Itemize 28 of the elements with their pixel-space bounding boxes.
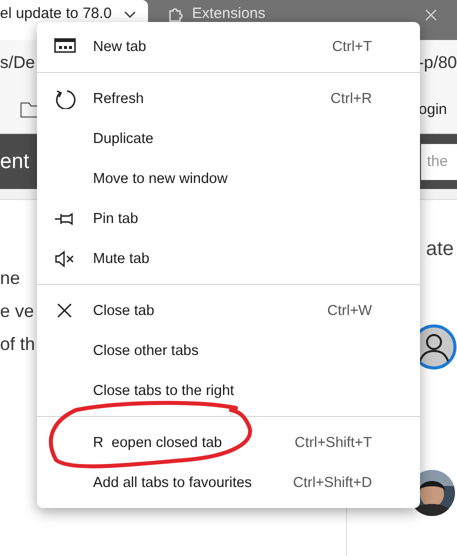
menu-item[interactable]: Add all tabs to favourites Ctrl+Shift+D xyxy=(37,463,420,503)
shortcut-text: Ctrl+W xyxy=(327,303,372,319)
speaker-muted-icon xyxy=(54,249,76,269)
shortcut-text: Ctrl+R xyxy=(330,91,372,107)
article-text: of th xyxy=(0,334,36,356)
shortcut-text: Ctrl+Shift+D xyxy=(293,475,372,491)
menu-item[interactable]: Close tab Ctrl+W xyxy=(37,291,420,331)
menu-item[interactable]: Close tabs to the right xyxy=(37,371,420,411)
article-text: ne xyxy=(0,268,22,290)
menu-item[interactable]: Duplicate xyxy=(37,119,420,159)
article-text: e ve xyxy=(0,301,36,323)
menu-item[interactable]: Move to new window xyxy=(37,159,420,199)
menu-item[interactable]: Mute tab xyxy=(37,239,420,279)
shortcut-text: Ctrl+Shift+T xyxy=(294,435,372,451)
chevron-icon xyxy=(124,11,136,19)
search-field[interactable]: the xyxy=(421,144,457,180)
address-text[interactable]: -p/80 xyxy=(418,52,457,72)
shortcut-text: Ctrl+T xyxy=(332,39,372,55)
site-title: ent xyxy=(0,150,30,174)
refresh-icon xyxy=(54,89,76,109)
address-text[interactable]: s/De xyxy=(0,52,35,72)
menu-item[interactable]: Close other tabs xyxy=(37,331,420,371)
menu-item[interactable]: Pin tab xyxy=(37,199,420,239)
bookmark-link[interactable]: ogin xyxy=(418,100,447,118)
sidebar-heading: ate xyxy=(426,238,455,261)
menu-item[interactable]: Refresh Ctrl+R xyxy=(37,79,420,119)
close-icon xyxy=(425,9,437,21)
menu-item[interactable]: R eopen closed tab Ctrl+Shift+T xyxy=(37,423,420,463)
